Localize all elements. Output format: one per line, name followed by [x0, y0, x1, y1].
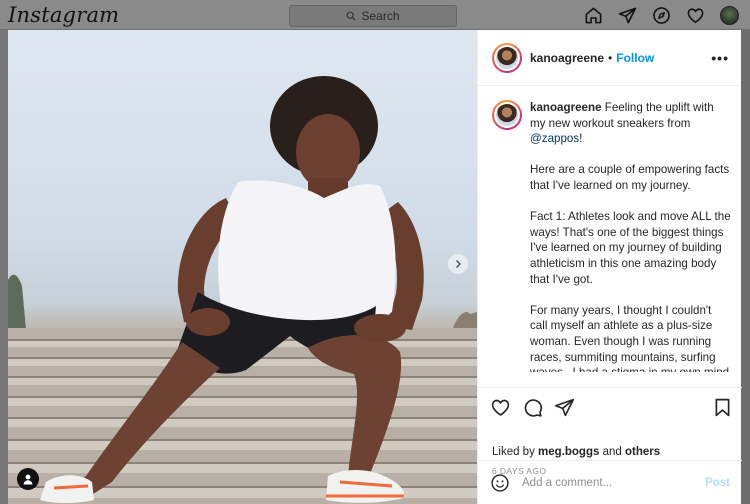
- separator-dot: •: [608, 50, 613, 65]
- mention-link[interactable]: @zappos: [530, 132, 579, 145]
- avatar: [720, 6, 739, 25]
- follow-button[interactable]: Follow: [616, 51, 654, 65]
- activity-heart-icon[interactable]: [685, 5, 706, 26]
- avatar: [496, 104, 518, 126]
- action-bar: [478, 387, 742, 427]
- comment-bar: Post: [478, 460, 742, 504]
- dimmed-background-left: [0, 30, 8, 504]
- dimmed-background-right: [741, 30, 750, 504]
- avatar: [496, 46, 518, 69]
- nav-icons: [583, 5, 740, 26]
- post-comment-button[interactable]: Post: [705, 477, 730, 489]
- top-nav-bar: Instagram Search: [0, 0, 750, 30]
- post-sidebar: kanoagreene • Follow ••• kanoagreene Fee…: [477, 30, 742, 504]
- home-icon[interactable]: [583, 5, 604, 26]
- liked-others-link[interactable]: others: [625, 446, 660, 458]
- user-icon: [23, 474, 33, 485]
- caption-area: kanoagreene Feeling the uplift with my n…: [478, 86, 741, 372]
- direct-icon[interactable]: [617, 5, 638, 26]
- like-heart-icon[interactable]: [488, 396, 512, 420]
- caption-paragraph: kanoagreene Feeling the uplift with my n…: [530, 100, 731, 147]
- comment-input[interactable]: [522, 476, 706, 489]
- comment-icon[interactable]: [520, 396, 544, 420]
- story-ring[interactable]: [492, 100, 522, 130]
- caption-paragraph: Fact 1: Athletes look and move ALL the w…: [530, 210, 731, 286]
- search-placeholder: Search: [361, 9, 400, 23]
- share-icon[interactable]: [552, 396, 576, 420]
- instagram-logo[interactable]: Instagram: [8, 3, 119, 27]
- liked-user-link[interactable]: meg.boggs: [538, 446, 599, 458]
- more-options-icon[interactable]: •••: [711, 50, 729, 66]
- bookmark-icon[interactable]: [710, 396, 734, 420]
- next-photo-button[interactable]: [448, 254, 468, 274]
- likes-summary: Liked by meg.boggs and others: [492, 446, 660, 458]
- story-ring[interactable]: [492, 42, 522, 73]
- caption-username[interactable]: kanoagreene: [530, 101, 602, 114]
- search-icon: [347, 11, 357, 21]
- caption-punctuation: !: [579, 132, 583, 146]
- chevron-right-icon: [455, 259, 462, 269]
- profile-avatar[interactable]: [719, 5, 740, 26]
- post-header: kanoagreene • Follow •••: [478, 30, 741, 86]
- tagged-users-button[interactable]: [17, 468, 39, 490]
- post-image-illustration: [8, 76, 477, 504]
- header-username[interactable]: kanoagreene: [530, 51, 604, 65]
- liked-prefix: Liked by: [492, 446, 535, 458]
- post-modal: kanoagreene • Follow ••• kanoagreene Fee…: [8, 30, 742, 504]
- explore-icon[interactable]: [651, 5, 672, 26]
- emoji-icon[interactable]: [490, 473, 510, 493]
- liked-and: and: [602, 446, 622, 458]
- caption: kanoagreene Feeling the uplift with my n…: [530, 100, 731, 372]
- search-box[interactable]: Search: [289, 5, 457, 27]
- caption-paragraph: For many years, I thought I couldn't cal…: [530, 303, 729, 372]
- caption-paragraph: Here are a couple of empowering facts th…: [530, 163, 730, 192]
- post-photo[interactable]: [8, 30, 477, 504]
